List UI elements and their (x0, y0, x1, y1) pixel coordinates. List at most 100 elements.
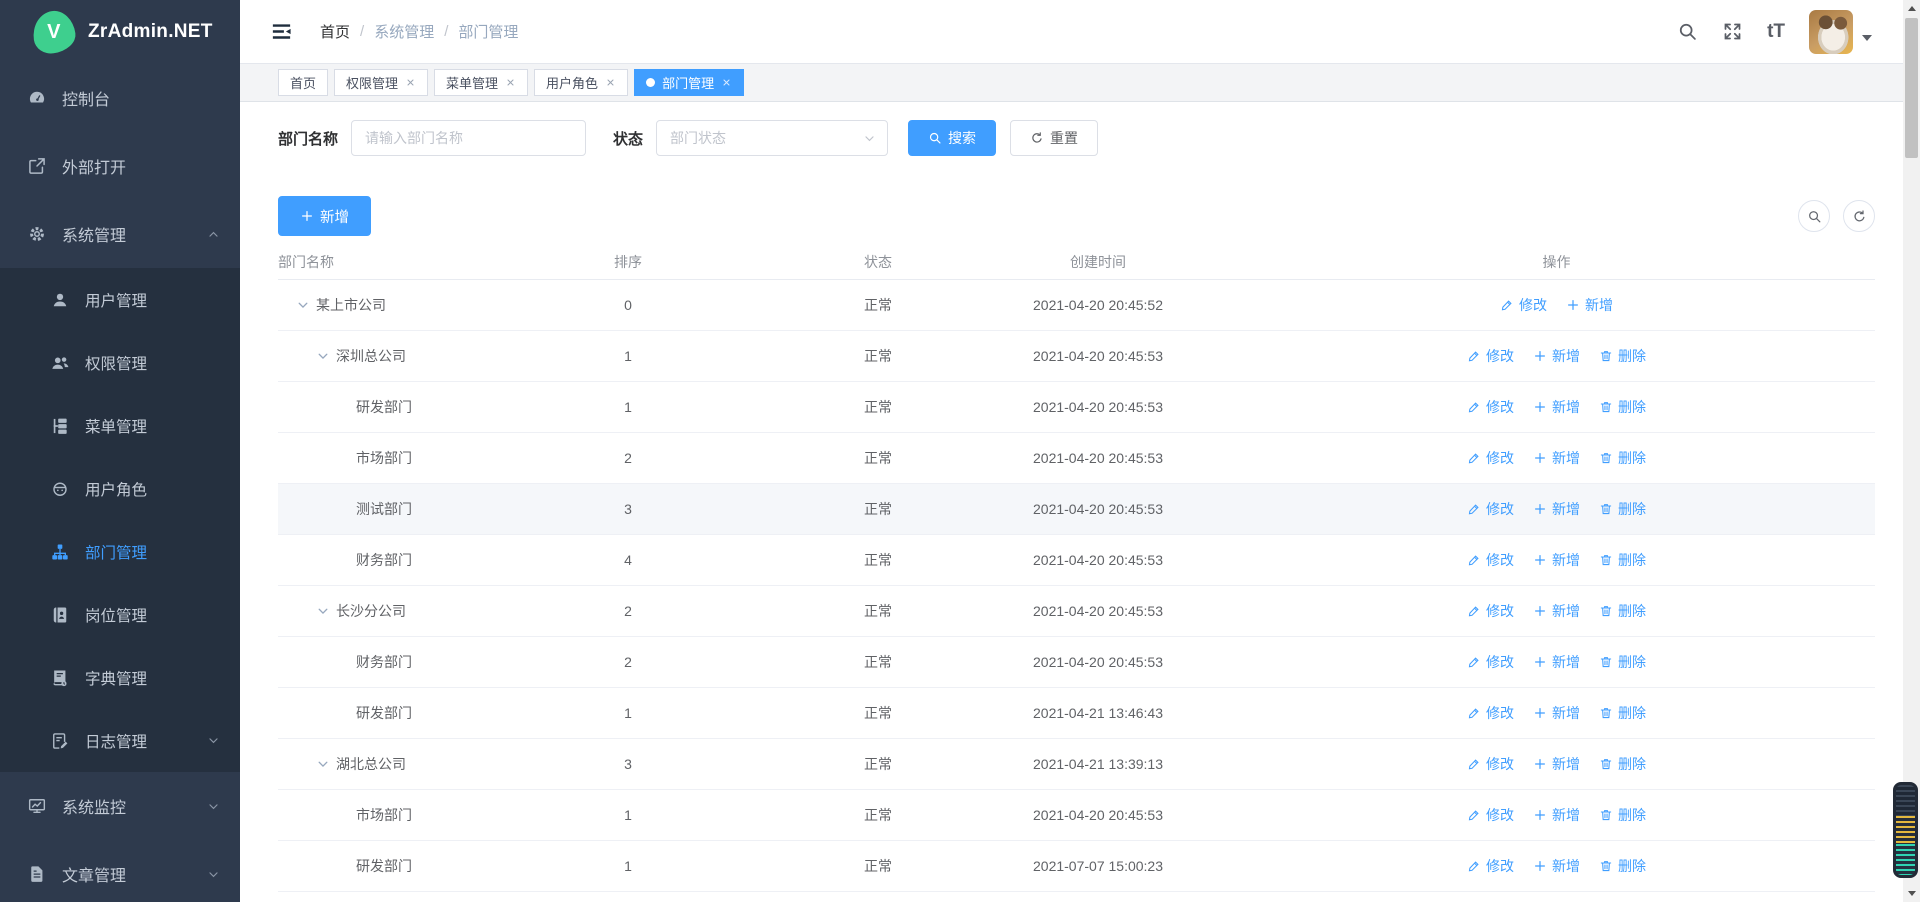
add-action-link[interactable]: 新增 (1533, 754, 1580, 774)
edit-action-link[interactable]: 修改 (1467, 703, 1514, 723)
action-label: 新增 (1552, 448, 1580, 468)
add-action-link[interactable]: 新增 (1533, 346, 1580, 366)
tab-menus[interactable]: 菜单管理 (434, 69, 528, 96)
edit-action-link[interactable]: 修改 (1467, 346, 1514, 366)
delete-action-link[interactable]: 删除 (1599, 805, 1646, 825)
sidebar-item-articles[interactable]: 文章管理 (0, 840, 240, 902)
table-refresh-button[interactable] (1843, 200, 1875, 232)
page-scrollbar[interactable] (1903, 0, 1920, 902)
column-header: 部门名称 (278, 252, 458, 272)
tab-roles[interactable]: 用户角色 (534, 69, 628, 96)
chevron-down-icon[interactable] (316, 757, 330, 771)
delete-icon (1599, 757, 1613, 771)
reset-button[interactable]: 重置 (1010, 120, 1098, 156)
chevron-down-icon[interactable] (316, 604, 330, 618)
add-action-link[interactable]: 新增 (1533, 499, 1580, 519)
sidebar-item-permissions[interactable]: 权限管理 (0, 331, 240, 394)
tab-permissions[interactable]: 权限管理 (334, 69, 428, 96)
font-size-icon[interactable]: tT (1767, 22, 1785, 41)
status-cell: 正常 (798, 754, 958, 774)
search-button[interactable]: 搜索 (908, 120, 996, 156)
delete-icon (1599, 400, 1613, 414)
add-action-link[interactable]: 新增 (1533, 805, 1580, 825)
collapse-menu-icon[interactable] (270, 20, 293, 43)
add-action-link[interactable]: 新增 (1533, 448, 1580, 468)
scrollbar-thumb[interactable] (1905, 18, 1918, 158)
sidebar-item-posts[interactable]: 岗位管理 (0, 583, 240, 646)
add-action-link[interactable]: 新增 (1566, 295, 1613, 315)
action-label: 新增 (1552, 397, 1580, 417)
add-action-link[interactable]: 新增 (1533, 652, 1580, 672)
close-icon[interactable] (605, 77, 616, 88)
sidebar-item-monitor[interactable]: 系统监控 (0, 772, 240, 840)
delete-action-link[interactable]: 删除 (1599, 601, 1646, 621)
sidebar-item-external[interactable]: 外部打开 (0, 132, 240, 200)
sort-cell: 3 (458, 756, 798, 772)
sidebar-item-system[interactable]: 系统管理 (0, 200, 240, 268)
sidebar-item-menus[interactable]: 菜单管理 (0, 394, 240, 457)
fullscreen-icon[interactable] (1722, 21, 1743, 42)
delete-action-link[interactable]: 删除 (1599, 397, 1646, 417)
sidebar-item-dictionary[interactable]: 字典管理 (0, 646, 240, 709)
user-menu[interactable] (1809, 10, 1872, 54)
edit-action-link[interactable]: 修改 (1467, 652, 1514, 672)
scrollbar-up-arrow[interactable] (1903, 0, 1920, 16)
add-button[interactable]: 新增 (278, 196, 371, 236)
edit-action-link[interactable]: 修改 (1467, 397, 1514, 417)
sidebar-item-logs[interactable]: 日志管理 (0, 709, 240, 772)
app-logo[interactable]: V ZrAdmin.NET (0, 0, 240, 64)
close-icon[interactable] (405, 77, 416, 88)
sidebar-item-console[interactable]: 控制台 (0, 64, 240, 132)
delete-action-link[interactable]: 删除 (1599, 550, 1646, 570)
table-header: 部门名称排序状态创建时间操作 (278, 244, 1875, 280)
delete-action-link[interactable]: 删除 (1599, 346, 1646, 366)
action-label: 删除 (1618, 601, 1646, 621)
edit-action-link[interactable]: 修改 (1467, 499, 1514, 519)
sidebar-item-roles[interactable]: 用户角色 (0, 457, 240, 520)
chevron-down-icon[interactable] (316, 349, 330, 363)
delete-action-link[interactable]: 删除 (1599, 754, 1646, 774)
delete-action-link[interactable]: 删除 (1599, 703, 1646, 723)
user-avatar[interactable] (1809, 10, 1853, 54)
delete-action-link[interactable]: 删除 (1599, 499, 1646, 519)
sidebar-item-label: 控制台 (62, 86, 220, 110)
edit-action-link[interactable]: 修改 (1467, 601, 1514, 621)
scrollbar-down-arrow[interactable] (1903, 886, 1920, 902)
close-icon[interactable] (505, 77, 516, 88)
chevron-down-icon[interactable] (296, 298, 310, 312)
dept-name-cell: 市场部门 (278, 805, 458, 825)
close-icon[interactable] (721, 77, 732, 88)
search-icon[interactable] (1677, 21, 1698, 42)
add-action-link[interactable]: 新增 (1533, 550, 1580, 570)
dept-name: 某上市公司 (316, 295, 386, 315)
action-label: 修改 (1486, 703, 1514, 723)
add-action-link[interactable]: 新增 (1533, 397, 1580, 417)
edit-action-link[interactable]: 修改 (1467, 805, 1514, 825)
tab-departments[interactable]: 部门管理 (634, 69, 744, 96)
delete-icon (1599, 859, 1613, 873)
sidebar-item-users[interactable]: 用户管理 (0, 268, 240, 331)
edit-action-link[interactable]: 修改 (1467, 550, 1514, 570)
dept-name-cell: 测试部门 (278, 499, 458, 519)
delete-action-link[interactable]: 删除 (1599, 448, 1646, 468)
breadcrumb-item[interactable]: 首页 (320, 21, 350, 42)
delete-action-link[interactable]: 删除 (1599, 652, 1646, 672)
sidebar-item-label: 部门管理 (85, 541, 220, 563)
edit-action-link[interactable]: 修改 (1500, 295, 1547, 315)
edit-action-link[interactable]: 修改 (1467, 448, 1514, 468)
dept-name-input[interactable] (351, 120, 586, 156)
delete-action-link[interactable]: 删除 (1599, 856, 1646, 876)
table-search-button[interactable] (1798, 200, 1830, 232)
sidebar-item-label: 字典管理 (85, 667, 220, 689)
edit-action-link[interactable]: 修改 (1467, 754, 1514, 774)
sidebar-item-departments[interactable]: 部门管理 (0, 520, 240, 583)
add-action-link[interactable]: 新增 (1533, 601, 1580, 621)
dept-table: 部门名称排序状态创建时间操作 某上市公司0正常2021-04-20 20:45:… (278, 244, 1875, 892)
add-action-link[interactable]: 新增 (1533, 703, 1580, 723)
edit-action-link[interactable]: 修改 (1467, 856, 1514, 876)
status-select[interactable]: 部门状态 (656, 120, 888, 156)
tab-home[interactable]: 首页 (278, 69, 328, 96)
sort-cell: 1 (458, 705, 798, 721)
chevron-down-icon (207, 868, 220, 881)
add-action-link[interactable]: 新增 (1533, 856, 1580, 876)
